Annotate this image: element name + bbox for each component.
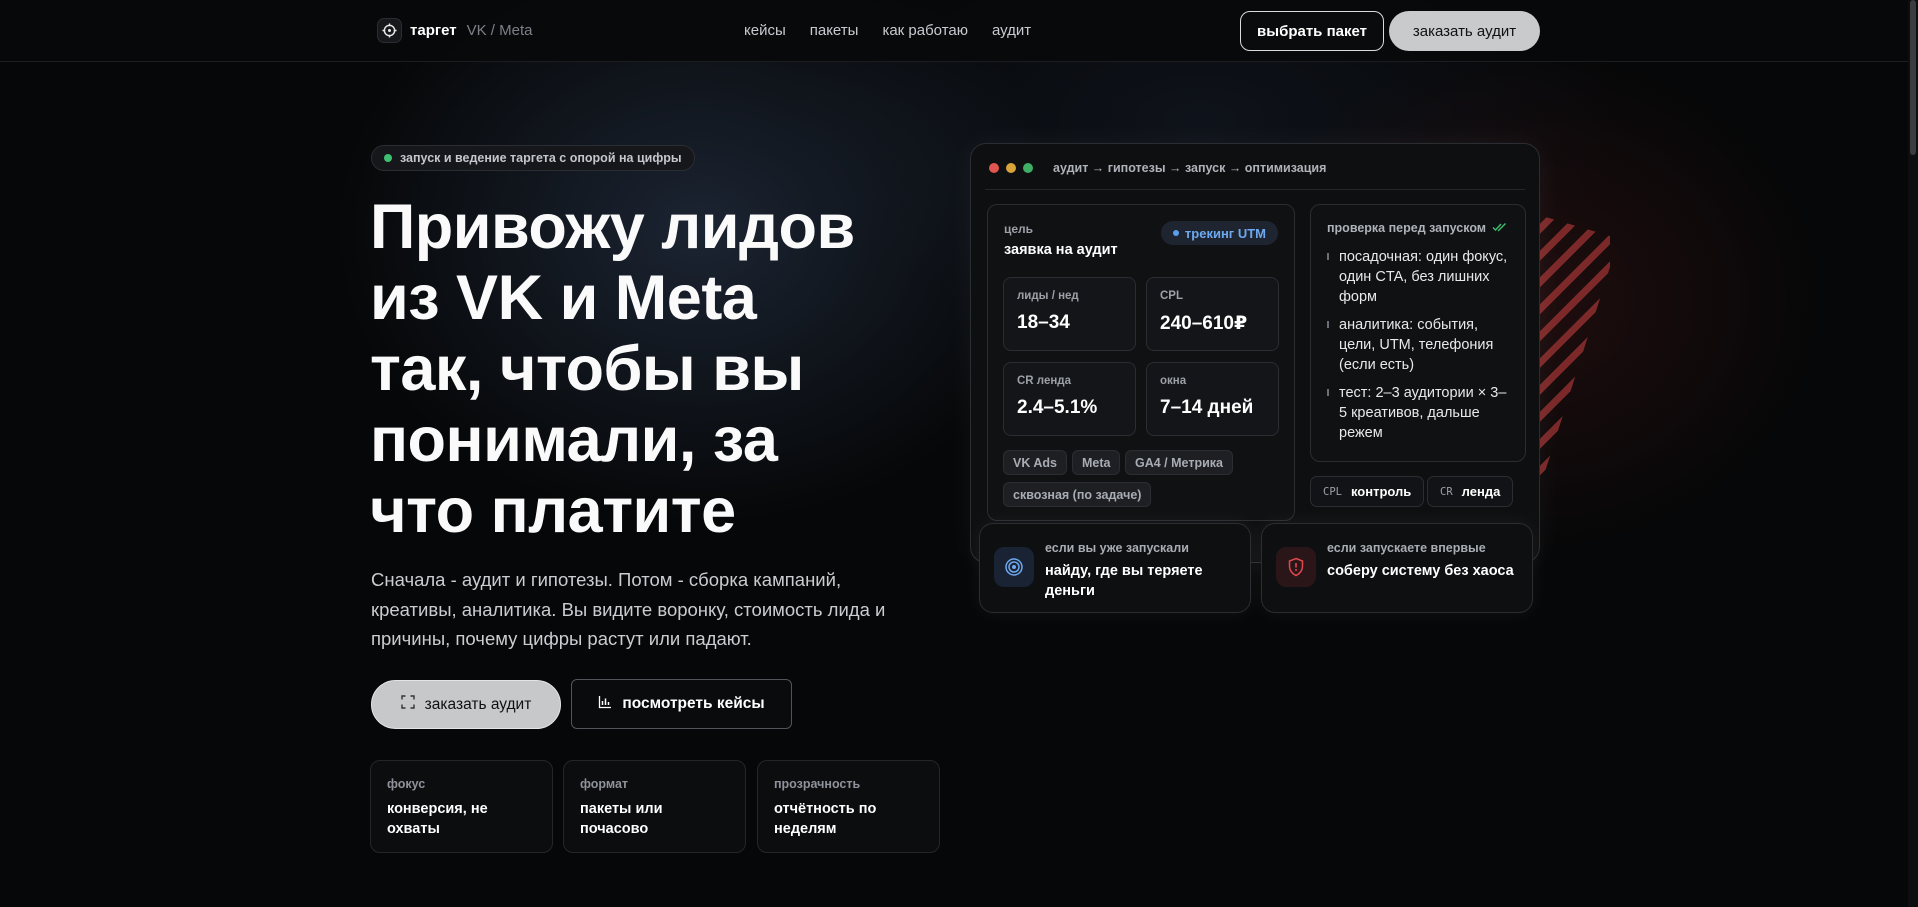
checklist: посадочная: один фокус, один CTA, без ли…: [1327, 247, 1509, 443]
minimize-dot-icon: [1006, 163, 1016, 173]
divider: [985, 189, 1525, 190]
metric-key: окна: [1160, 375, 1187, 387]
prelaunch-checklist: проверка перед запуском посадочная: один…: [1310, 204, 1526, 462]
utm-dot-icon: [1172, 230, 1179, 236]
tag-key: CR: [1440, 485, 1453, 498]
feature-key: прозрачность: [774, 777, 861, 791]
utm-badge-label: трекинг UTM: [1184, 225, 1266, 241]
checklist-title: проверка перед запуском: [1327, 221, 1509, 235]
hero-title-line: Привожу лидов: [370, 192, 855, 262]
tag-value: контроль: [1350, 484, 1412, 499]
card-key: если запускаете впервые: [1327, 541, 1486, 555]
checklist-item: тест: 2–3 аудитории × 3–5 креативов, дал…: [1327, 383, 1509, 443]
double-check-icon: [1492, 221, 1507, 235]
metric-leads: лиды / нед 18–34: [1003, 277, 1136, 351]
bar-chart-icon: [598, 695, 612, 714]
nav-link-how-i-work[interactable]: как работаю: [882, 22, 968, 39]
card-key: если вы уже запускали: [1045, 541, 1189, 555]
shield-icon: [1276, 547, 1316, 587]
view-cases-button[interactable]: посмотреть кейсы: [571, 679, 792, 729]
checklist-item: аналитика: события, цели, UTM, телефония…: [1327, 315, 1509, 375]
feature-card-focus: фокус конверсия, не охваты: [370, 760, 553, 853]
dashboard-title: аудит → гипотезы → запуск → оптимизация: [1053, 161, 1327, 175]
scrollbar[interactable]: [1908, 0, 1918, 907]
feature-key: формат: [580, 777, 629, 791]
dashboard-preview: аудит → гипотезы → запуск → оптимизация …: [970, 143, 1540, 563]
scrollbar-thumb[interactable]: [1910, 0, 1916, 155]
top-header: таргет VK / Meta кейсы пакеты как работа…: [0, 0, 1918, 62]
order-audit-label: заказать аудит: [424, 695, 532, 713]
hero-pill: запуск и ведение таргета с опорой на циф…: [371, 145, 695, 171]
card-value: соберу систему без хаоса: [1327, 563, 1514, 579]
hero-title-line: так, чтобы вы: [370, 334, 804, 404]
metric-key: CPL: [1160, 290, 1183, 302]
window-controls: аудит → гипотезы → запуск → оптимизация: [989, 161, 1326, 175]
brand-name: таргет: [410, 22, 457, 39]
choose-package-button[interactable]: выбрать пакет: [1240, 11, 1384, 51]
metric-cr: CR ленда 2.4–5.1%: [1003, 362, 1136, 436]
metric-key: CR ленда: [1017, 375, 1071, 387]
metric-value: 240–610₽: [1160, 313, 1248, 334]
order-audit-button[interactable]: заказать аудит: [371, 680, 561, 729]
checklist-title-text: проверка перед запуском: [1327, 221, 1487, 235]
hero-title-line: понимали, за: [370, 405, 778, 475]
feature-value: пакеты или почасово: [580, 801, 663, 837]
metric-cpl: CPL 240–610₽: [1146, 277, 1279, 351]
checklist-item: посадочная: один фокус, один CTA, без ли…: [1327, 247, 1509, 307]
feature-key: фокус: [387, 777, 426, 791]
chip-vk-ads: VK Ads: [1003, 450, 1067, 475]
goal-label: цель: [1004, 222, 1034, 236]
hero-title-line: из VK и Meta: [370, 263, 757, 333]
tag-key: CPL: [1323, 485, 1342, 498]
card-first-launch: если запускаете впервые соберу систему б…: [1261, 523, 1533, 613]
crosshair-icon: [377, 18, 402, 43]
view-cases-label: посмотреть кейсы: [622, 695, 765, 712]
metric-value: 2.4–5.1%: [1017, 397, 1098, 418]
chip-meta: Meta: [1072, 450, 1121, 475]
chip-ga4: GA4 / Метрика: [1125, 450, 1233, 475]
main-nav: кейсы пакеты как работаю аудит: [744, 22, 1031, 39]
brand-subtitle: VK / Meta: [466, 22, 533, 39]
metric-value: 18–34: [1017, 312, 1070, 333]
chip-end-to-end: сквозная (по задаче): [1003, 482, 1152, 507]
feature-value: конверсия, не охваты: [387, 801, 488, 837]
metric-value: 7–14 дней: [1160, 397, 1254, 418]
brand[interactable]: таргет VK / Meta: [377, 18, 532, 43]
hero-title: Привожу лидов из VK и Meta так, чтобы вы…: [370, 192, 930, 547]
tag-value: ленда: [1461, 484, 1501, 499]
hero-title-line: что платите: [370, 476, 736, 546]
order-audit-header-button[interactable]: заказать аудит: [1389, 11, 1540, 51]
hero-lead: Сначала - аудит и гипотезы. Потом - сбор…: [371, 569, 886, 649]
utm-badge: трекинг UTM: [1160, 221, 1278, 245]
hero-pill-text: запуск и ведение таргета с опорой на циф…: [400, 151, 682, 165]
feature-card-format: формат пакеты или почасово: [563, 760, 746, 853]
target-icon: [994, 547, 1034, 587]
card-already-launched: если вы уже запускали найду, где вы теря…: [979, 523, 1251, 613]
maximize-dot-icon: [1023, 163, 1033, 173]
tag-cpl: CPL контроль: [1310, 476, 1425, 507]
status-dot-icon: [384, 154, 392, 162]
nav-link-cases[interactable]: кейсы: [744, 22, 786, 39]
close-dot-icon: [989, 163, 999, 173]
metric-key: лиды / нед: [1017, 290, 1079, 302]
nav-link-packages[interactable]: пакеты: [810, 22, 859, 39]
goal-value: заявка на аудит: [1004, 242, 1118, 258]
card-value: найду, где вы теряете деньги: [1045, 563, 1203, 599]
goal-panel: цель заявка на аудит трекинг UTM лиды / …: [987, 204, 1295, 521]
scan-frame-icon: [400, 695, 415, 714]
feature-value: отчётность по неделям: [774, 801, 877, 837]
background-glow: [0, 0, 1918, 907]
feature-card-transparency: прозрачность отчётность по неделям: [757, 760, 940, 853]
metric-windows: окна 7–14 дней: [1146, 362, 1279, 436]
tag-cr: CR ленда: [1427, 476, 1514, 507]
nav-link-audit[interactable]: аудит: [992, 22, 1031, 39]
